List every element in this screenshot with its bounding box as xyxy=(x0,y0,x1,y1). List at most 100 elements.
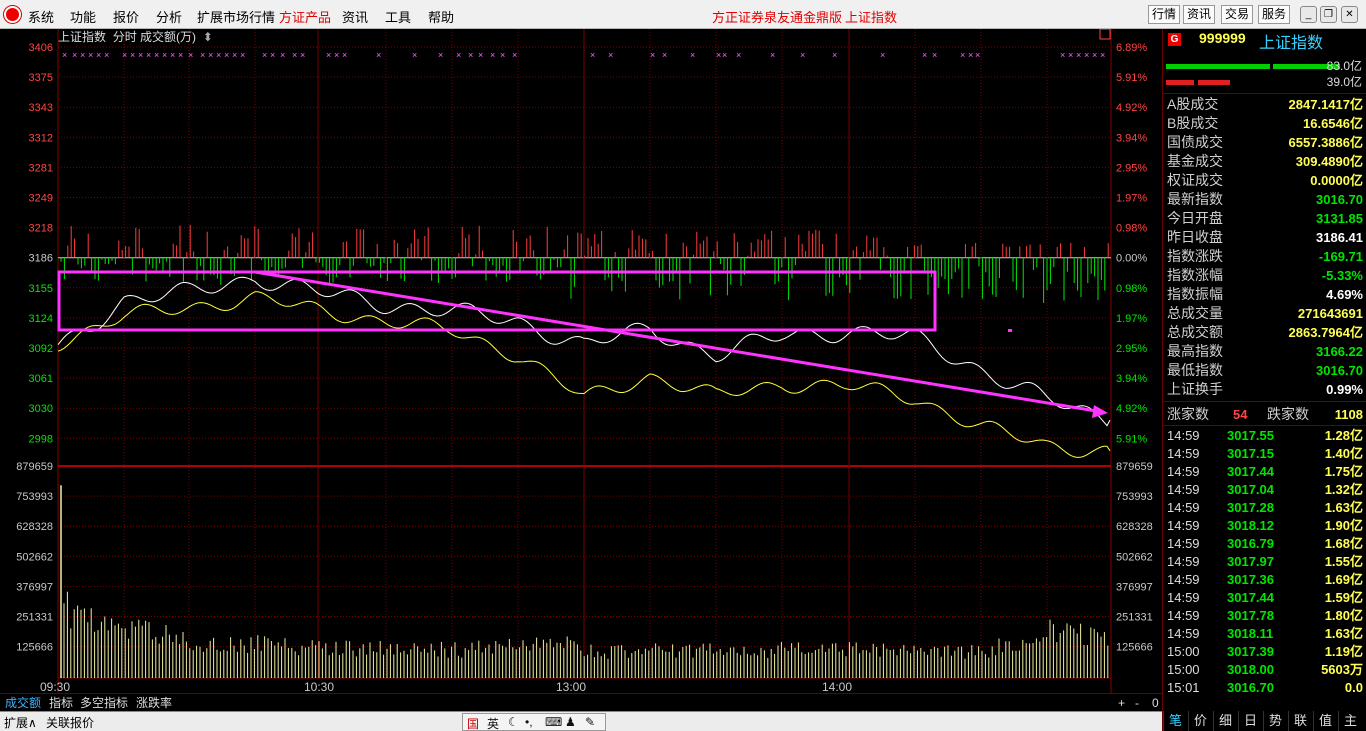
user-icon[interactable]: ♟ xyxy=(565,715,576,729)
tick-time: 14:59 xyxy=(1167,590,1200,605)
decliners-count: 1108 xyxy=(1334,407,1363,422)
menu-system[interactable]: 系统 xyxy=(28,7,54,26)
time-label: 14:00 xyxy=(822,680,852,693)
chart-area[interactable]: 3406 6.89% 3375 5.91% 3343 4.92% 3312 3.94% 3281… xyxy=(0,29,1162,693)
menu-extended-market[interactable]: 扩展市场行情 xyxy=(197,7,275,26)
volume-label-right: 879659 xyxy=(1116,461,1153,473)
event-marker: × xyxy=(468,50,473,60)
zoom-reset-button[interactable]: 0 xyxy=(1150,695,1161,711)
sort-arrows-icon[interactable]: ⬍ xyxy=(199,30,213,44)
panel-tab[interactable]: 主 xyxy=(1338,711,1362,731)
quote-row: A股成交 2847.1417亿 xyxy=(1165,95,1363,114)
app-logo-icon[interactable] xyxy=(4,6,21,23)
menu-help[interactable]: 帮助 xyxy=(428,7,454,26)
tick-row[interactable]: 14:59 3016.79 1.68亿 xyxy=(1165,535,1363,553)
quote-button[interactable]: 行情 xyxy=(1148,5,1181,24)
tab-indicator[interactable]: 指标 xyxy=(47,695,75,711)
panel-tab[interactable]: 笔 xyxy=(1163,711,1187,731)
percent-label: 3.94% xyxy=(1116,132,1147,144)
tick-row[interactable]: 14:59 3017.55 1.28亿 xyxy=(1165,427,1363,445)
event-marker: × xyxy=(716,50,721,60)
tick-row[interactable]: 15:00 3018.00 5603万 xyxy=(1165,661,1363,679)
quote-label: 最高指数 xyxy=(1167,343,1223,359)
menu-analysis[interactable]: 分析 xyxy=(156,7,182,26)
event-marker: × xyxy=(104,50,109,60)
menu-quote[interactable]: 报价 xyxy=(113,7,139,26)
event-marker: × xyxy=(1060,50,1065,60)
chart-period[interactable]: 分时 xyxy=(113,30,137,44)
zoom-in-button[interactable]: + xyxy=(1116,695,1127,711)
tick-time: 14:59 xyxy=(1167,554,1200,569)
tick-row[interactable]: 14:59 3017.97 1.55亿 xyxy=(1165,553,1363,571)
quote-value: -5.33% xyxy=(1321,268,1363,283)
volume-label-right: 376997 xyxy=(1116,581,1153,593)
punctuation-icon[interactable]: •, xyxy=(525,715,533,729)
tick-row[interactable]: 14:59 3018.12 1.90亿 xyxy=(1165,517,1363,535)
panel-tab[interactable]: 价 xyxy=(1188,711,1212,731)
tick-row[interactable]: 14:59 3017.44 1.75亿 xyxy=(1165,463,1363,481)
market-badge: G xyxy=(1168,33,1181,46)
tick-row[interactable]: 14:59 3017.04 1.32亿 xyxy=(1165,481,1363,499)
tick-row[interactable]: 14:59 3017.78 1.80亿 xyxy=(1165,607,1363,625)
event-marker: × xyxy=(216,50,221,60)
event-marker: × xyxy=(512,50,517,60)
panel-tab[interactable]: 日 xyxy=(1238,711,1262,731)
tab-long-short[interactable]: 多空指标 xyxy=(78,695,130,711)
quote-row: 基金成交 309.4890亿 xyxy=(1165,152,1363,171)
tick-price: 3016.79 xyxy=(1227,536,1274,551)
panel-tab[interactable]: 细 xyxy=(1213,711,1237,731)
menu-tools[interactable]: 工具 xyxy=(385,7,411,26)
tab-adv-decline-ratio[interactable]: 涨跌率 xyxy=(134,695,174,711)
event-marker: × xyxy=(478,50,483,60)
panel-tab[interactable]: 势 xyxy=(1263,711,1287,731)
tick-amount: 1.68亿 xyxy=(1324,536,1363,551)
panel-tab[interactable]: 联 xyxy=(1288,711,1312,731)
tick-row[interactable]: 15:00 3017.39 1.19亿 xyxy=(1165,643,1363,661)
wrench-icon[interactable]: ✎ xyxy=(585,715,595,729)
tick-row[interactable]: 14:59 3017.44 1.59亿 xyxy=(1165,589,1363,607)
trade-button[interactable]: 交易 xyxy=(1221,5,1254,24)
ime-mode-cn[interactable]: 国 xyxy=(467,715,479,731)
tab-turnover[interactable]: 成交额 xyxy=(3,695,43,711)
index-name: 上证指数 xyxy=(1259,35,1324,52)
event-marker: × xyxy=(262,50,267,60)
percent-label: 2.95% xyxy=(1116,162,1147,174)
chart-indicator[interactable]: 成交额(万) xyxy=(140,30,196,44)
quote-value: 0.99% xyxy=(1326,382,1363,397)
price-label: 3249 xyxy=(29,193,53,205)
app-window: 系统 功能 报价 分析 扩展市场行情 方证产品 资讯 工具 帮助 方正证券泉友通… xyxy=(0,0,1366,731)
event-marker: × xyxy=(188,50,193,60)
news-button[interactable]: 资讯 xyxy=(1183,5,1216,24)
menu-products[interactable]: 方证产品 xyxy=(279,7,331,26)
tick-row[interactable]: 14:59 3017.15 1.40亿 xyxy=(1165,445,1363,463)
tick-price: 3018.00 xyxy=(1227,662,1274,677)
minimize-icon[interactable]: _ xyxy=(1300,6,1317,23)
panel-tab[interactable]: 值 xyxy=(1313,711,1337,731)
event-marker: × xyxy=(960,50,965,60)
restore-icon[interactable]: ❐ xyxy=(1320,6,1337,23)
price-label: 2998 xyxy=(29,433,53,445)
menu-function[interactable]: 功能 xyxy=(70,7,96,26)
close-icon[interactable]: ✕ xyxy=(1341,6,1358,23)
percent-label: 6.89% xyxy=(1116,42,1147,54)
tick-price: 3016.70 xyxy=(1227,680,1274,695)
tick-row[interactable]: 14:59 3017.36 1.69亿 xyxy=(1165,571,1363,589)
zoom-out-button[interactable]: - xyxy=(1133,695,1141,711)
tick-price: 3017.15 xyxy=(1227,446,1274,461)
service-button[interactable]: 服务 xyxy=(1258,5,1291,24)
tick-row[interactable]: 14:59 3017.28 1.63亿 xyxy=(1165,499,1363,517)
quote-row: 上证换手 0.99% xyxy=(1165,380,1363,399)
event-marker: × xyxy=(376,50,381,60)
ime-mode-en[interactable]: 英 xyxy=(487,715,499,731)
volume-label: 628328 xyxy=(16,521,53,533)
menu-news[interactable]: 资讯 xyxy=(342,7,368,26)
quote-label: 指数振幅 xyxy=(1167,286,1223,302)
expand-button[interactable]: 扩展∧ xyxy=(4,714,37,731)
moon-icon[interactable]: ☾ xyxy=(508,715,519,729)
keyboard-icon[interactable]: ⌨ xyxy=(545,715,562,729)
tick-row[interactable]: 14:59 3018.11 1.63亿 xyxy=(1165,625,1363,643)
tick-price: 3017.44 xyxy=(1227,590,1274,605)
price-label: 3186 xyxy=(29,253,53,265)
tick-row[interactable]: 15:01 3016.70 0.0 xyxy=(1165,679,1363,697)
related-quotes-button[interactable]: 关联报价 xyxy=(46,714,94,731)
